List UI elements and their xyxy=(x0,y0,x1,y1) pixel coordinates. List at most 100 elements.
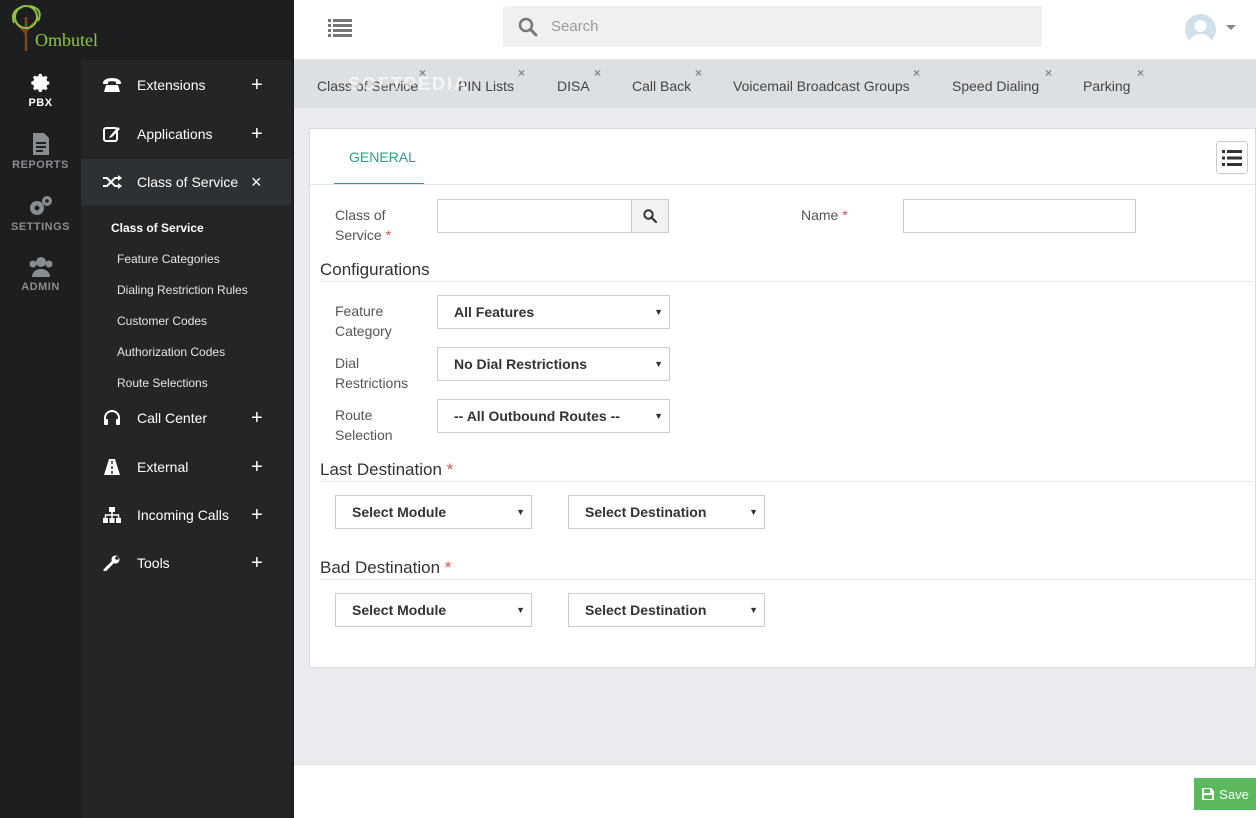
chevron-down-icon[interactable] xyxy=(1226,25,1236,30)
search-input[interactable] xyxy=(551,14,1021,38)
route-selection-select[interactable]: -- All Outbound Routes -- ▼ xyxy=(437,399,670,433)
sidebar-item-label: Applications xyxy=(137,126,213,142)
main-content: Class of Service × PIN Lists × DISA × Ca… xyxy=(294,60,1256,764)
rail-pbx[interactable]: PBX xyxy=(0,72,81,109)
rail-label: ADMIN xyxy=(21,281,60,293)
road-icon xyxy=(104,459,120,475)
edit-icon xyxy=(103,127,120,142)
divider xyxy=(320,281,1256,282)
sidebar-subitem-class-of-service[interactable]: Class of Service xyxy=(111,221,204,235)
sidebar-item-extensions[interactable]: Extensions + xyxy=(81,62,291,108)
expand-icon[interactable]: + xyxy=(251,504,291,527)
headset-icon xyxy=(104,410,120,425)
sidebar-item-external[interactable]: External + xyxy=(81,444,291,490)
sidebar-subitem-authorization-codes[interactable]: Authorization Codes xyxy=(117,345,225,359)
required-mark: * xyxy=(842,207,848,223)
rail-admin[interactable]: ADMIN xyxy=(0,256,81,293)
name-input[interactable] xyxy=(903,199,1136,233)
tab-general-label: GENERAL xyxy=(349,149,416,165)
app-logo[interactable]: Ombutel xyxy=(0,0,294,60)
close-icon[interactable]: × xyxy=(695,66,702,80)
sitemap-icon xyxy=(103,507,121,523)
caret-down-icon: ▼ xyxy=(654,411,663,421)
dial-restrictions-label: Dial Restrictions xyxy=(335,355,409,391)
shuffle-icon xyxy=(103,175,122,189)
expand-icon[interactable]: + xyxy=(251,74,291,97)
sidebar-item-label: External xyxy=(137,459,189,475)
list-view-button[interactable] xyxy=(1216,141,1248,174)
expand-icon[interactable]: + xyxy=(251,456,291,479)
sidebar-subitem-dialing-restriction-rules[interactable]: Dialing Restriction Rules xyxy=(117,283,248,297)
avatar[interactable] xyxy=(1185,14,1216,45)
user-avatar-icon xyxy=(1189,20,1212,45)
sidebar-item-call-center[interactable]: Call Center + xyxy=(81,395,291,441)
sidebar-item-label: Class of Service xyxy=(137,174,239,190)
feature-category-label: Feature Category xyxy=(335,303,392,339)
sidebar-item-label: Call Center xyxy=(137,410,208,426)
save-button[interactable]: Save xyxy=(1194,778,1256,810)
sidebar-subitem-route-selections[interactable]: Route Selections xyxy=(117,376,208,390)
dial-restrictions-select[interactable]: No Dial Restrictions ▼ xyxy=(437,347,670,381)
caret-down-icon: ▼ xyxy=(654,307,663,317)
rail-label: PBX xyxy=(28,97,53,109)
class-of-service-input[interactable] xyxy=(437,199,633,233)
required-mark: * xyxy=(446,460,454,479)
last-destination-heading: Last Destination * xyxy=(320,460,454,479)
last-destination-destination-select[interactable]: Select Destination ▼ xyxy=(568,495,765,529)
class-of-service-label: Class of Service * xyxy=(335,207,392,243)
sidebar-item-label: Tools xyxy=(137,555,170,571)
tab-speed-dialing[interactable]: Speed Dialing xyxy=(952,78,1039,94)
tab-disa[interactable]: DISA xyxy=(557,78,590,94)
divider xyxy=(320,481,1256,482)
sidebar-subitem-customer-codes[interactable]: Customer Codes xyxy=(117,314,207,328)
close-icon[interactable]: × xyxy=(1137,66,1144,80)
configurations-heading: Configurations xyxy=(320,260,430,279)
tab-call-back[interactable]: Call Back xyxy=(632,78,691,94)
search-box xyxy=(503,6,1042,47)
bad-destination-heading: Bad Destination * xyxy=(320,558,452,577)
caret-down-icon: ▼ xyxy=(654,359,663,369)
sidebar-item-applications[interactable]: Applications + xyxy=(81,111,291,157)
expand-icon[interactable]: + xyxy=(251,552,291,575)
caret-down-icon: ▼ xyxy=(516,605,525,615)
required-mark: * xyxy=(385,227,392,243)
tab-parking[interactable]: Parking xyxy=(1083,78,1130,94)
save-icon xyxy=(1202,788,1215,800)
class-of-service-search-button[interactable] xyxy=(631,199,669,233)
sidebar-item-label: Incoming Calls xyxy=(137,507,229,523)
sidebar-item-label: Extensions xyxy=(137,77,206,93)
gear-icon xyxy=(30,73,49,92)
close-icon[interactable]: × xyxy=(594,66,601,80)
sidebar-item-incoming-calls[interactable]: Incoming Calls + xyxy=(81,492,291,538)
caret-down-icon: ▼ xyxy=(749,507,758,517)
divider xyxy=(310,184,1256,185)
caret-down-icon: ▼ xyxy=(749,605,758,615)
sidebar-subitem-feature-categories[interactable]: Feature Categories xyxy=(117,252,220,266)
top-bar xyxy=(294,0,1256,60)
sidebar-item-tools[interactable]: Tools + xyxy=(81,540,291,586)
feature-category-select[interactable]: All Features ▼ xyxy=(437,295,670,329)
wrench-icon xyxy=(103,555,120,571)
rail-settings[interactable]: SETTINGS xyxy=(0,194,81,233)
users-icon xyxy=(29,257,52,277)
rail-label: SETTINGS xyxy=(10,221,70,233)
menu-list-icon[interactable] xyxy=(328,18,352,38)
expand-icon[interactable]: + xyxy=(251,123,291,146)
save-button-label: Save xyxy=(1219,786,1249,802)
tab-voicemail-broadcast-groups[interactable]: Voicemail Broadcast Groups xyxy=(733,78,910,94)
sidebar-item-class-of-service[interactable]: Class of Service × xyxy=(81,159,291,205)
bad-destination-destination-select[interactable]: Select Destination ▼ xyxy=(568,593,765,627)
bad-destination-module-select[interactable]: Select Module ▼ xyxy=(335,593,532,627)
name-label: Name * xyxy=(801,207,848,223)
close-icon[interactable]: × xyxy=(1045,66,1052,80)
close-icon[interactable]: × xyxy=(913,66,920,80)
tab-general[interactable]: GENERAL xyxy=(334,129,424,185)
rail-reports[interactable]: REPORTS xyxy=(0,132,81,171)
last-destination-module-select[interactable]: Select Module ▼ xyxy=(335,495,532,529)
collapse-icon[interactable]: × xyxy=(251,172,291,193)
caret-down-icon: ▼ xyxy=(516,507,525,517)
sidebar: Extensions + Applications + Class of Ser… xyxy=(81,60,291,818)
gears-icon xyxy=(29,196,52,215)
expand-icon[interactable]: + xyxy=(251,407,291,430)
close-icon[interactable]: × xyxy=(518,66,525,80)
